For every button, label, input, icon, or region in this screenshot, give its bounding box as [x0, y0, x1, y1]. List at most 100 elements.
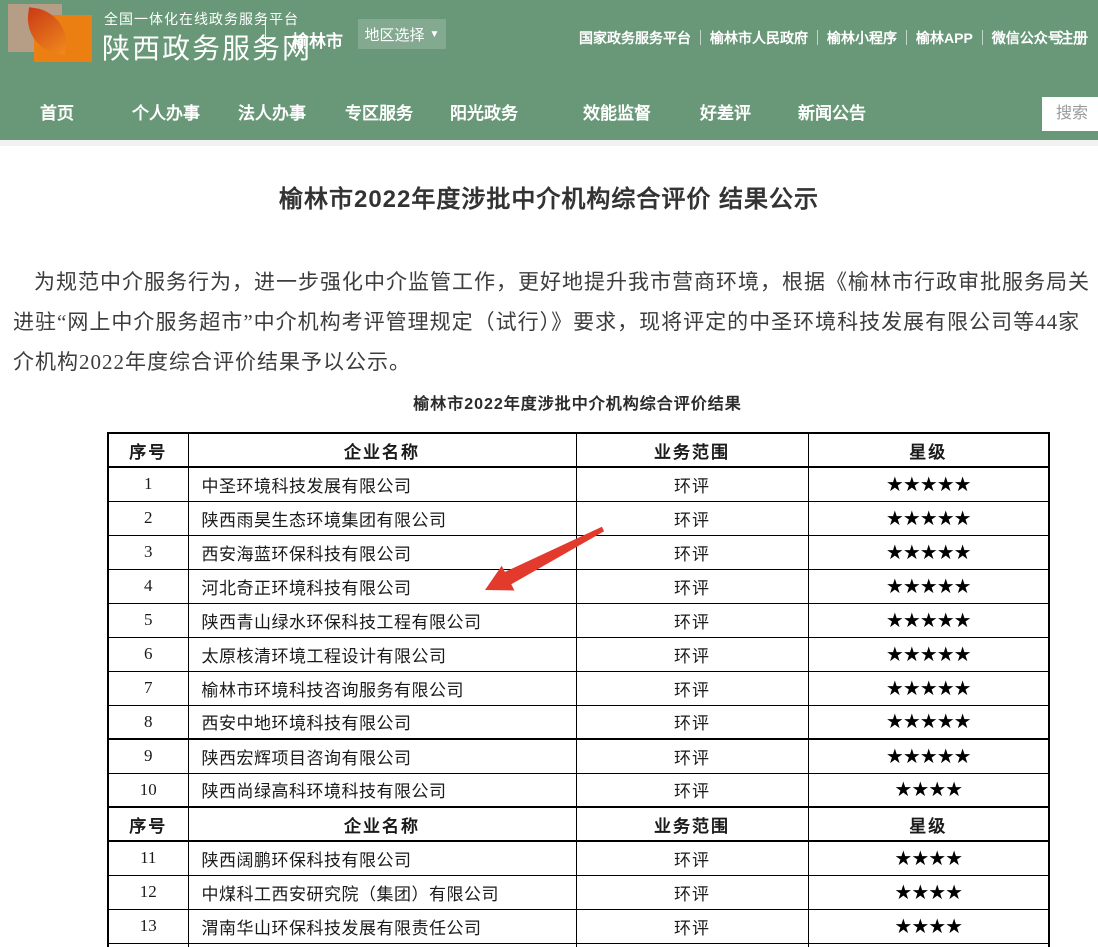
header-bottom-strip: [0, 140, 1098, 146]
table-row: 3 西安海蓝环保科技有限公司 环评 ★★★★★: [108, 535, 1049, 569]
cell-scope: 环评: [576, 671, 808, 705]
nav-legal-entity-services[interactable]: 法人办事: [238, 99, 306, 124]
table-row-partially-visible: [108, 943, 1049, 947]
cell-serial: 7: [108, 671, 188, 705]
table-row: 10 陕西尚绿高科环境科技有限公司 环评 ★★★★: [108, 773, 1049, 807]
cell-scope: 环评: [576, 467, 808, 501]
cell-serial: 1: [108, 467, 188, 501]
region-select-label: 地区选择: [365, 24, 425, 45]
nav-rating[interactable]: 好差评: [700, 99, 751, 124]
cell-scope: 环评: [576, 875, 808, 909]
cell-company: 榆林市环境科技咨询服务有限公司: [188, 671, 576, 705]
table-row: 13 渭南华山环保科技发展有限责任公司 环评 ★★★★: [108, 909, 1049, 943]
column-header-stars: 星级: [808, 807, 1049, 841]
table-row: 6 太原核清环境工程设计有限公司 环评 ★★★★★: [108, 637, 1049, 671]
register-link[interactable]: 注册: [1058, 27, 1088, 48]
paragraph-line-3: 介机构2022年度综合评价结果予以公示。: [13, 346, 411, 376]
table-row: 9 陕西宏辉项目咨询有限公司 环评 ★★★★★: [108, 739, 1049, 773]
cell-scope: 环评: [576, 909, 808, 943]
table-row: 11 陕西阔鹏环保科技有限公司 环评 ★★★★: [108, 841, 1049, 875]
platform-tagline: 全国一体化在线政务服务平台: [104, 9, 299, 29]
table-row: 7 榆林市环境科技咨询服务有限公司 环评 ★★★★★: [108, 671, 1049, 705]
cell-scope: 环评: [576, 773, 808, 807]
column-header-serial: 序号: [108, 807, 188, 841]
cell-scope: 环评: [576, 637, 808, 671]
cell-serial: 6: [108, 637, 188, 671]
nav-home[interactable]: 首页: [40, 99, 74, 124]
cell-company: 陕西阔鹏环保科技有限公司: [188, 841, 576, 875]
column-header-company: 企业名称: [188, 433, 576, 467]
nav-news-announcements[interactable]: 新闻公告: [798, 99, 866, 124]
table-row-highlighted-by-arrow: 4 河北奇正环境科技有限公司 环评 ★★★★★: [108, 569, 1049, 603]
cell-company: 太原核清环境工程设计有限公司: [188, 637, 576, 671]
column-header-scope: 业务范围: [576, 433, 808, 467]
cell-stars: ★★★★★: [808, 637, 1049, 671]
cell-scope: 环评: [576, 841, 808, 875]
cell-serial: 9: [108, 739, 188, 773]
search-input[interactable]: [1042, 97, 1098, 131]
column-header-company: 企业名称: [188, 807, 576, 841]
nav-personal-services[interactable]: 个人办事: [132, 99, 200, 124]
cell-stars: ★★★★★: [808, 569, 1049, 603]
site-logo-icon[interactable]: [8, 4, 92, 62]
nav-open-government[interactable]: 阳光政务: [450, 99, 518, 124]
cell-serial: 8: [108, 705, 188, 739]
table-header-row-repeat: 序号 企业名称 业务范围 星级: [108, 807, 1049, 841]
region-select-button[interactable]: 地区选择 ▼: [358, 19, 446, 49]
cell-serial: 2: [108, 501, 188, 535]
chevron-down-icon: ▼: [430, 29, 440, 40]
link-yulin-city-gov[interactable]: 榆林市人民政府: [701, 28, 817, 48]
cell-serial: 11: [108, 841, 188, 875]
link-yulin-app[interactable]: 榆林APP: [907, 28, 982, 48]
top-links: 国家政务服务平台 榆林市人民政府 榆林小程序 榆林APP 微信公众号: [570, 0, 1071, 75]
cell-serial: 10: [108, 773, 188, 807]
cell-stars: ★★★★: [808, 841, 1049, 875]
cell-company: 陕西青山绿水环保科技工程有限公司: [188, 603, 576, 637]
cell-scope: 环评: [576, 739, 808, 773]
link-national-gov-platform[interactable]: 国家政务服务平台: [570, 28, 700, 48]
cell-scope: 环评: [576, 569, 808, 603]
cell-scope: 环评: [576, 535, 808, 569]
header-divider: [265, 17, 266, 57]
search-box: [1042, 97, 1098, 131]
cell-scope: 环评: [576, 705, 808, 739]
cell-stars: ★★★★: [808, 773, 1049, 807]
cell-company: 渭南华山环保科技发展有限责任公司: [188, 909, 576, 943]
cell-stars: ★★★★★: [808, 603, 1049, 637]
table-row: 1 中圣环境科技发展有限公司 环评 ★★★★★: [108, 467, 1049, 501]
cell-company: 陕西尚绿高科环境科技有限公司: [188, 773, 576, 807]
cell-serial: 12: [108, 875, 188, 909]
cell-company: 中圣环境科技发展有限公司: [188, 467, 576, 501]
column-header-stars: 星级: [808, 433, 1049, 467]
nav-special-zone-services[interactable]: 专区服务: [345, 99, 413, 124]
table-row: 5 陕西青山绿水环保科技工程有限公司 环评 ★★★★★: [108, 603, 1049, 637]
cell-serial: 5: [108, 603, 188, 637]
cell-scope: 环评: [576, 501, 808, 535]
cell-company: 河北奇正环境科技有限公司: [188, 569, 576, 603]
cell-serial: 3: [108, 535, 188, 569]
cell-stars: ★★★★★: [808, 705, 1049, 739]
cell-stars: ★★★★★: [808, 739, 1049, 773]
cell-stars: ★★★★★: [808, 535, 1049, 569]
paragraph-line-2: 进驻“网上中介服务超市”中介机构考评管理规定（试行）》要求，现将评定的中圣环境科…: [13, 306, 1080, 336]
cell-stars: ★★★★★: [808, 671, 1049, 705]
cell-stars: ★★★★★: [808, 467, 1049, 501]
table-row: 12 中煤科工西安研究院（集团）有限公司 环评 ★★★★: [108, 875, 1049, 909]
cell-stars: ★★★★: [808, 909, 1049, 943]
table-row: 2 陕西雨昊生态环境集团有限公司 环评 ★★★★★: [108, 501, 1049, 535]
column-header-serial: 序号: [108, 433, 188, 467]
nav-efficiency-supervision[interactable]: 效能监督: [583, 99, 651, 124]
evaluation-results-table: 序号 企业名称 业务范围 星级 1 中圣环境科技发展有限公司 环评 ★★★★★ …: [107, 432, 1050, 947]
cell-company: 陕西宏辉项目咨询有限公司: [188, 739, 576, 773]
link-yulin-mini-program[interactable]: 榆林小程序: [818, 28, 906, 48]
table-row: 8 西安中地环境科技有限公司 环评 ★★★★★: [108, 705, 1049, 739]
cell-serial: 4: [108, 569, 188, 603]
cell-serial: 13: [108, 909, 188, 943]
column-header-scope: 业务范围: [576, 807, 808, 841]
header-top-bar: 全国一体化在线政务服务平台 陕西政务服务网 榆林市 地区选择 ▼ 国家政务服务平…: [0, 0, 1098, 75]
cell-scope: 环评: [576, 603, 808, 637]
paragraph-line-1: 为规范中介服务行为，进一步强化中介监管工作，更好地提升我市营商环境，根据《榆林市…: [34, 266, 1090, 296]
cell-stars: ★★★★: [808, 875, 1049, 909]
cell-company: 西安中地环境科技有限公司: [188, 705, 576, 739]
cell-company: 陕西雨昊生态环境集团有限公司: [188, 501, 576, 535]
